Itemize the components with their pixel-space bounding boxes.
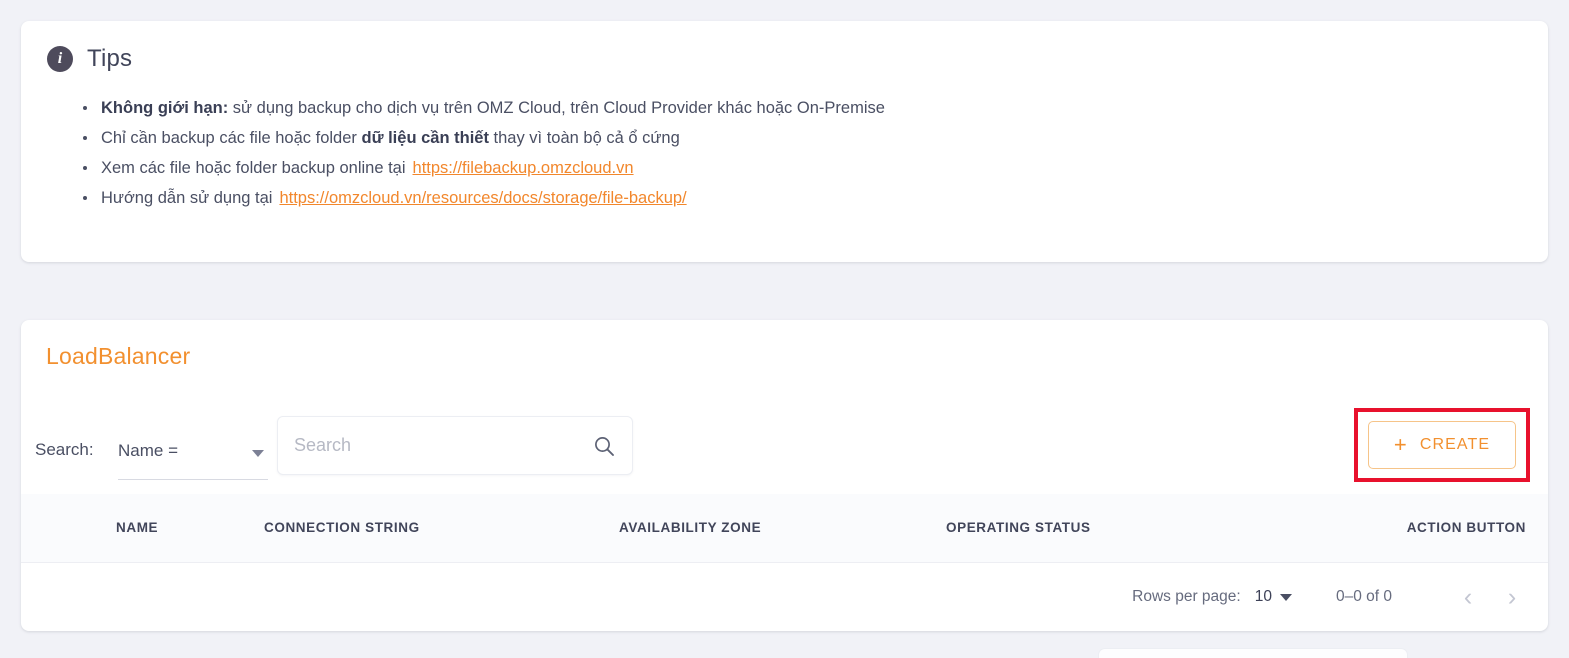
list-item: Hướng dẫn sử dụng tại https://omzcloud.vn… bbox=[83, 183, 1548, 213]
tip-2-pre: Chỉ cần backup các file hoặc folder bbox=[101, 129, 362, 147]
loadbalancer-card: LoadBalancer Search: Name = + CREATE bbox=[21, 320, 1548, 631]
column-header-availability-zone: AVAILABILITY ZONE bbox=[619, 520, 762, 535]
list-item: Chỉ cần backup các file hoặc folder dữ l… bbox=[83, 123, 1548, 153]
tips-header: i Tips bbox=[21, 21, 1548, 73]
table-header-row: NAME CONNECTION STRING AVAILABILITY ZONE… bbox=[21, 494, 1548, 563]
plus-icon: + bbox=[1393, 432, 1408, 457]
tips-list: Không giới hạn: sử dụng backup cho dịch … bbox=[21, 93, 1548, 213]
column-header-operating-status: OPERATING STATUS bbox=[946, 520, 1091, 535]
tip-2-bold: dữ liệu cần thiết bbox=[361, 129, 489, 147]
search-input[interactable] bbox=[292, 417, 582, 474]
filebackup-link[interactable]: https://filebackup.omzcloud.vn bbox=[413, 159, 634, 177]
page-root: i Tips Không giới hạn: sử dụng backup ch… bbox=[0, 0, 1569, 658]
rows-per-page-label: Rows per page: bbox=[1132, 588, 1241, 605]
list-item: Không giới hạn: sử dụng backup cho dịch … bbox=[83, 93, 1548, 123]
tips-card: i Tips Không giới hạn: sử dụng backup ch… bbox=[21, 21, 1548, 262]
pagination-range: 0–0 of 0 bbox=[1335, 588, 1392, 605]
info-icon: i bbox=[47, 46, 73, 72]
search-toolbar: Search: Name = + CREATE bbox=[21, 406, 1548, 494]
chevron-down-icon[interactable] bbox=[1279, 593, 1292, 601]
list-item: Xem các file hoặc folder backup online t… bbox=[83, 153, 1548, 183]
search-icon[interactable] bbox=[592, 434, 616, 458]
chevron-down-icon bbox=[252, 450, 264, 457]
tip-3-pre: Xem các file hoặc folder backup online t… bbox=[101, 159, 406, 177]
column-header-action-button: ACTION BUTTON bbox=[1406, 520, 1526, 535]
search-label: Search: bbox=[35, 440, 94, 459]
docs-link[interactable]: https://omzcloud.vn/resources/docs/stora… bbox=[279, 189, 686, 207]
previous-page-button[interactable]: ‹ bbox=[1450, 579, 1486, 615]
column-header-name: NAME bbox=[116, 520, 159, 535]
search-field-select-value: Name = bbox=[118, 441, 178, 460]
create-button-label: CREATE bbox=[1419, 436, 1491, 453]
tip-2-text: thay vì toàn bộ cả ổ cứng bbox=[488, 129, 680, 147]
column-header-connection-string: CONNECTION STRING bbox=[264, 520, 420, 535]
next-page-button[interactable]: › bbox=[1494, 579, 1530, 615]
search-box[interactable] bbox=[277, 416, 633, 475]
table-pagination: Rows per page: 10 0–0 of 0 ‹ › bbox=[21, 563, 1548, 631]
rows-per-page-value[interactable]: 10 bbox=[1255, 588, 1272, 606]
tip-1-bold: Không giới hạn: bbox=[101, 99, 229, 117]
create-button-highlight: + CREATE bbox=[1354, 408, 1530, 482]
tip-4-pre: Hướng dẫn sử dụng tại bbox=[101, 189, 273, 207]
tip-1-text: sử dụng backup cho dịch vụ trên OMZ Clou… bbox=[228, 99, 885, 117]
search-field-select[interactable]: Name = bbox=[118, 428, 268, 480]
next-card-partial bbox=[1098, 648, 1408, 658]
loadbalancer-title: LoadBalancer bbox=[46, 343, 191, 369]
page-title: Tips bbox=[87, 45, 133, 72]
create-button[interactable]: + CREATE bbox=[1368, 421, 1516, 469]
